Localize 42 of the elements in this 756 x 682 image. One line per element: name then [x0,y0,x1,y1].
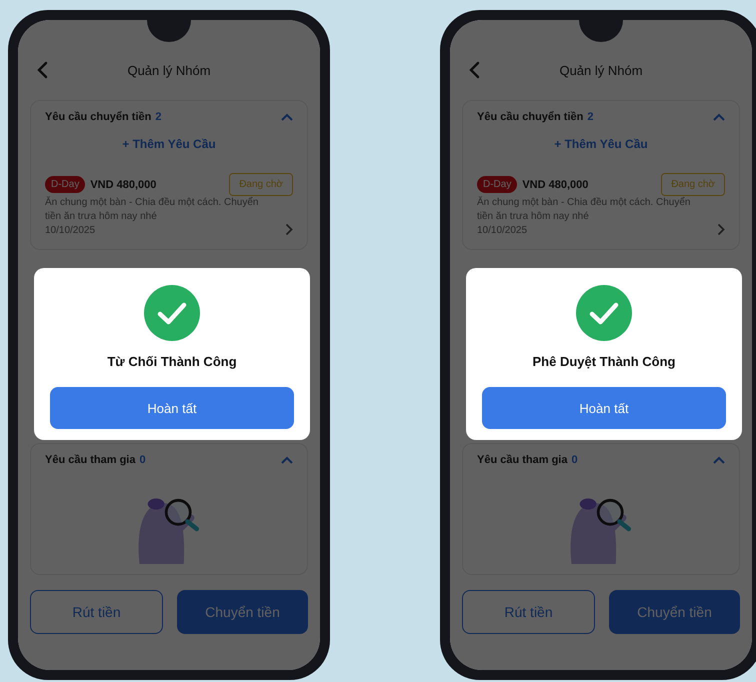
caret-icon[interactable] [281,456,293,464]
request-description: Ăn chung một bàn - Chia đều một cách. Chuyển tiền ăn trưa hôm nay nhé [477,196,692,224]
deadline-badge: D-Day [45,176,86,193]
section-title: Yêu cầu tham gia [45,454,136,466]
amount-text: VND 480,000 [90,178,156,190]
done-button[interactable]: Hoàn tất [482,387,726,429]
status-tag: Đang chờ [229,173,293,196]
section-title: Yêu cầu chuyển tiền [477,111,584,123]
caret-icon[interactable] [713,113,725,121]
action-button[interactable]: Rút tiền [30,590,163,634]
success-check-icon [576,285,632,341]
success-check-icon [144,285,200,341]
status-tag: Đang chờ [661,173,725,196]
amount-text: VND 480,000 [522,178,588,190]
request-date: 10/10/2025 [477,224,528,238]
add-request-link[interactable]: + Thêm Yêu Cầu [45,137,293,151]
action-button[interactable]: Chuyển tiền [609,590,740,634]
dialog-message: Phê Duyệt Thành Công [532,354,676,369]
request-count: 0 [571,454,578,466]
request-date: 10/10/2025 [45,224,96,238]
deadline-badge: D-Day [477,176,518,193]
phone-notch [147,20,191,42]
screen-title: Quản lý Nhóm [559,62,643,78]
caret-icon[interactable] [281,113,293,121]
phone-notch [579,20,623,42]
request-description: Ăn chung một bàn - Chia đều một cách. Chuyển tiền ăn trưa hôm nay nhé [45,196,260,224]
caret-icon[interactable] [713,456,725,464]
back-icon[interactable] [36,61,48,79]
section-title: Yêu cầu chuyển tiền [45,111,152,123]
action-button[interactable]: Rút tiền [462,590,595,634]
section-title: Yêu cầu tham gia [477,454,568,466]
request-count: 0 [139,454,146,466]
screen-title: Quản lý Nhóm [127,62,211,78]
action-button[interactable]: Chuyển tiền [177,590,308,634]
dialog-message: Từ Chối Thành Công [107,354,237,369]
request-count: 2 [155,111,162,123]
request-count: 2 [587,111,594,123]
chevron-right-icon[interactable] [717,223,725,236]
add-request-link[interactable]: + Thêm Yêu Cầu [477,137,725,151]
back-icon[interactable] [468,61,480,79]
done-button[interactable]: Hoàn tất [50,387,294,429]
chevron-right-icon[interactable] [285,223,293,236]
